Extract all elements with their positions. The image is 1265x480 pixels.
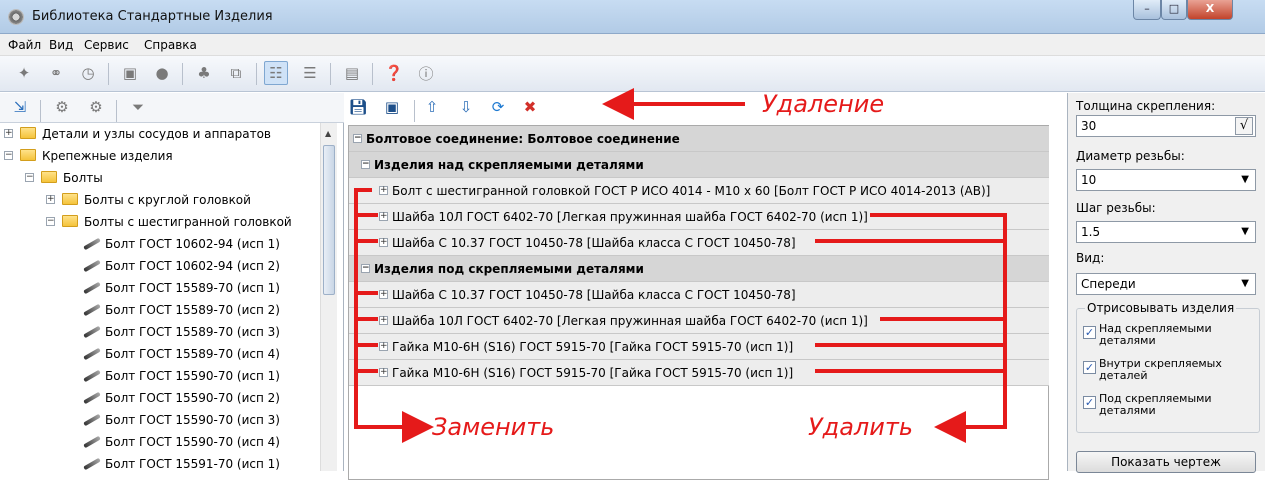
annotation-delete-top: Удаление	[762, 90, 885, 118]
annotation-delete-bottom: Удалить	[808, 413, 913, 441]
replace-bracket	[354, 188, 400, 429]
annotation-overlay	[354, 88, 1007, 443]
annotation-replace: Заменить	[432, 413, 555, 441]
